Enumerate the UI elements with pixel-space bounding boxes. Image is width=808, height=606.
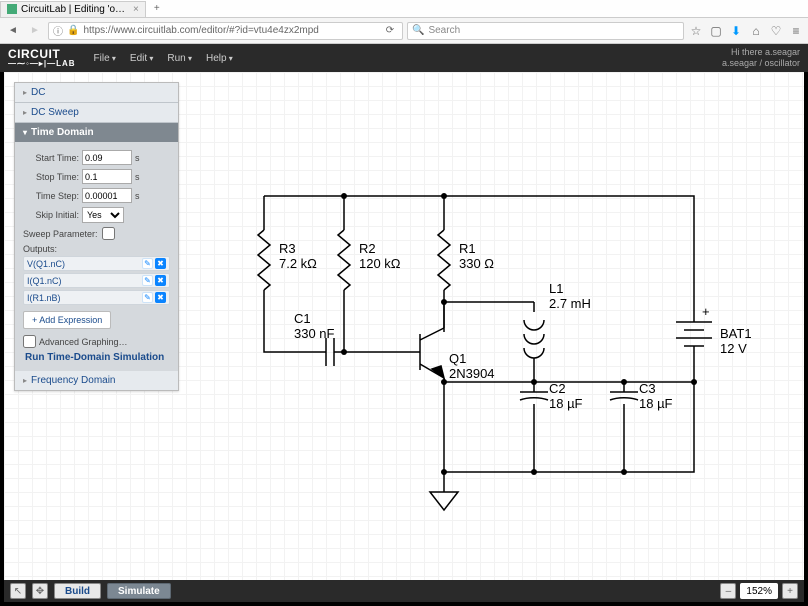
label-r3[interactable]: R37.2 kΩ bbox=[279, 242, 317, 272]
app-header: CIRCUIT —⁓◦—▸|—LAB File Edit Run Help Hi… bbox=[0, 44, 808, 72]
label-bat1[interactable]: BAT112 V bbox=[720, 327, 752, 357]
label-c1[interactable]: C1330 nF bbox=[294, 312, 334, 342]
home-icon[interactable]: ⌂ bbox=[748, 23, 764, 39]
user-info: Hi there a.seagar a.seagar / oscillator bbox=[722, 47, 800, 69]
circuit-canvas[interactable]: DC DC Sweep Time Domain Start Time: s St… bbox=[4, 72, 804, 580]
zoom-out-icon[interactable]: – bbox=[720, 583, 736, 599]
menu-edit[interactable]: Edit bbox=[124, 51, 159, 66]
url-text: https://www.circuitlab.com/editor/#?id=v… bbox=[83, 25, 318, 36]
greeting: Hi there a.seagar bbox=[722, 47, 800, 58]
browser-toolbar: ◄ ► ⓘ 🔒 https://www.circuitlab.com/edito… bbox=[0, 18, 808, 44]
zoom-in-icon[interactable]: + bbox=[782, 583, 798, 599]
label-r2[interactable]: R2120 kΩ bbox=[359, 242, 401, 272]
logo-bottom: —⁓◦—▸|—LAB bbox=[8, 60, 76, 67]
breadcrumb[interactable]: a.seagar / oscillator bbox=[722, 58, 800, 69]
logo[interactable]: CIRCUIT —⁓◦—▸|—LAB bbox=[8, 49, 76, 67]
menu-run[interactable]: Run bbox=[161, 51, 198, 66]
label-l1[interactable]: L12.7 mH bbox=[549, 282, 591, 312]
forward-button: ► bbox=[26, 22, 44, 40]
browser-tabstrip: CircuitLab | Editing 'o… × + bbox=[0, 0, 808, 18]
back-button[interactable]: ◄ bbox=[4, 22, 22, 40]
label-q1[interactable]: Q12N3904 bbox=[449, 352, 495, 382]
zoom-level[interactable]: 152% bbox=[740, 583, 778, 599]
lock-icon: 🔒 bbox=[67, 25, 79, 36]
menu-bar: File Edit Run Help bbox=[88, 51, 239, 66]
shield-icon[interactable]: ♡ bbox=[768, 23, 784, 39]
menu-help[interactable]: Help bbox=[200, 51, 239, 66]
favicon bbox=[7, 4, 17, 14]
bottom-toolbar: ↖ ✥ Build Simulate – 152% + bbox=[4, 580, 804, 602]
bookmark-icon[interactable]: ☆ bbox=[688, 23, 704, 39]
workspace: DC DC Sweep Time Domain Start Time: s St… bbox=[4, 72, 804, 580]
browser-search-input[interactable]: 🔍 Search bbox=[407, 22, 684, 40]
pocket-icon[interactable]: ▢ bbox=[708, 23, 724, 39]
search-icon: 🔍 bbox=[412, 25, 424, 36]
svg-text:+: + bbox=[702, 304, 710, 319]
new-tab-button[interactable]: + bbox=[146, 3, 168, 14]
schematic[interactable]: + bbox=[4, 72, 804, 582]
tool-pan-icon[interactable]: ✥ bbox=[32, 583, 48, 599]
label-r1[interactable]: R1330 Ω bbox=[459, 242, 494, 272]
build-button[interactable]: Build bbox=[54, 583, 101, 599]
reload-icon[interactable]: ⟳ bbox=[382, 25, 398, 36]
tool-cursor-icon[interactable]: ↖ bbox=[10, 583, 26, 599]
menu-file[interactable]: File bbox=[88, 51, 122, 66]
tab-title: CircuitLab | Editing 'o… bbox=[21, 4, 125, 15]
simulate-button[interactable]: Simulate bbox=[107, 583, 171, 599]
browser-tab[interactable]: CircuitLab | Editing 'o… × bbox=[0, 1, 146, 17]
label-c2[interactable]: C218 µF bbox=[549, 382, 583, 412]
url-input[interactable]: ⓘ 🔒 https://www.circuitlab.com/editor/#?… bbox=[48, 22, 403, 40]
search-placeholder: Search bbox=[428, 25, 460, 36]
info-icon[interactable]: ⓘ bbox=[53, 23, 63, 38]
downloads-icon[interactable]: ⬇ bbox=[728, 23, 744, 39]
label-c3[interactable]: C318 µF bbox=[639, 382, 673, 412]
menu-icon[interactable]: ≡ bbox=[788, 23, 804, 39]
close-tab-icon[interactable]: × bbox=[133, 4, 139, 15]
